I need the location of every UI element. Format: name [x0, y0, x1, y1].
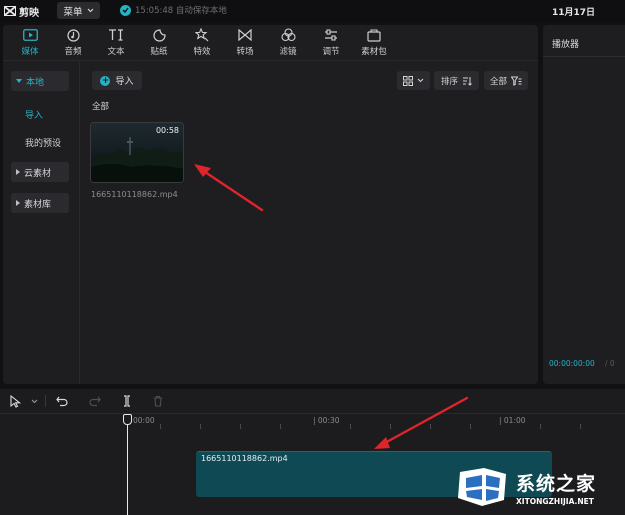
site-watermark: 系统之家 XITONGZHIJIA.NET — [452, 462, 622, 510]
annotation-arrows — [194, 164, 469, 449]
watermark-title: 系统之家 — [516, 473, 597, 495]
annotation-arrow-timeline — [374, 396, 469, 449]
watermark-url: XITONGZHIJIA.NET — [516, 497, 594, 506]
watermark-logo-icon — [458, 468, 506, 506]
annotation-arrow-media — [194, 164, 264, 212]
